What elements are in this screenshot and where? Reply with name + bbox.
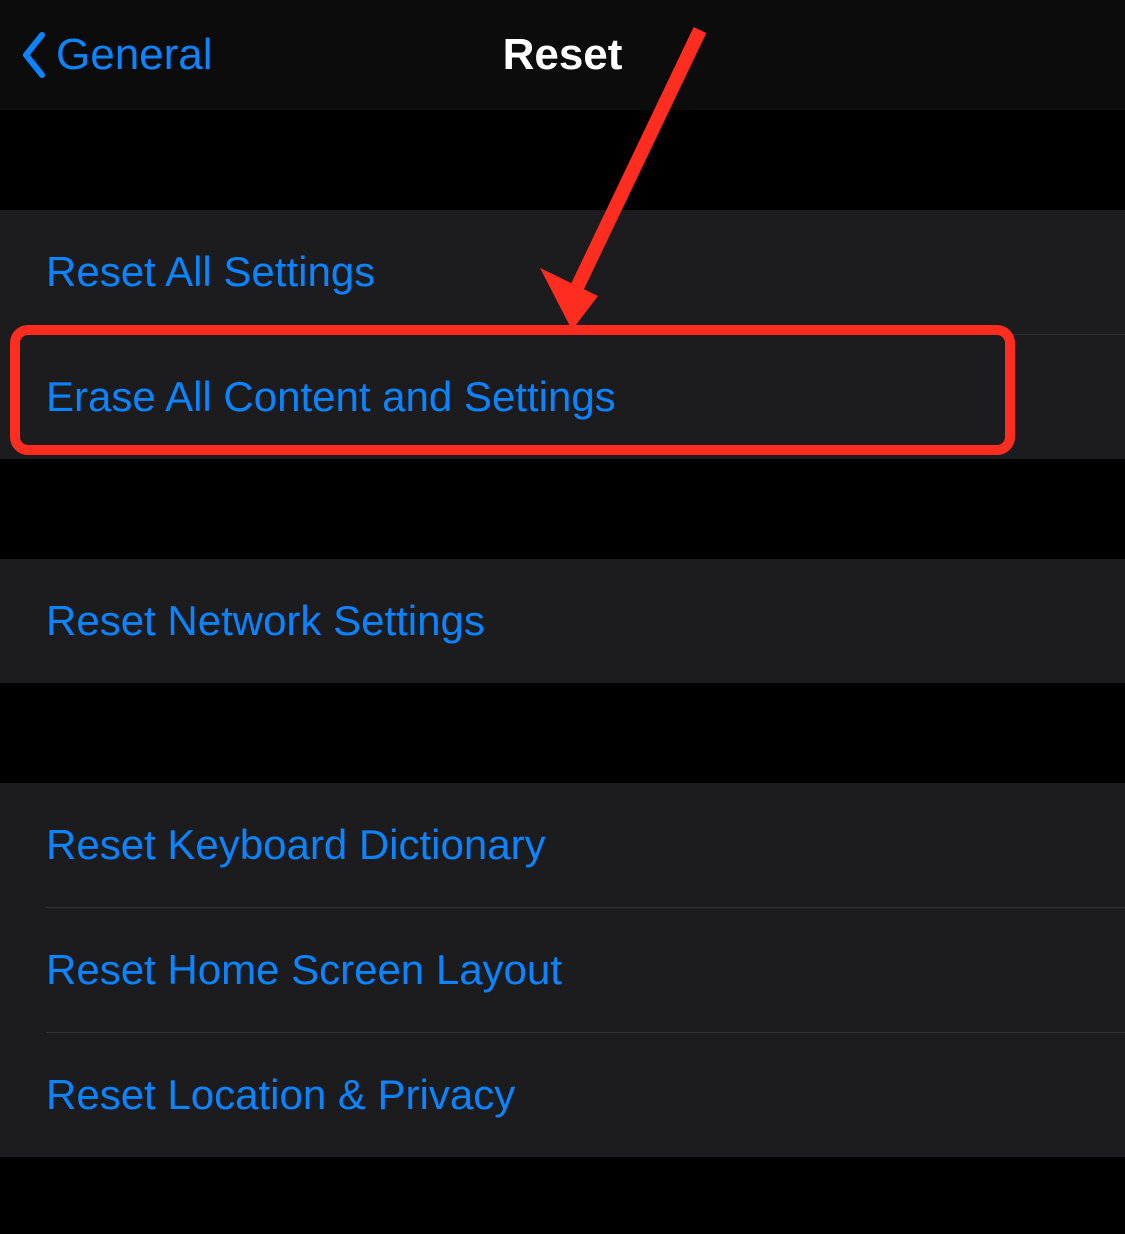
- reset-network-settings-cell[interactable]: Reset Network Settings: [0, 559, 1125, 683]
- navigation-bar: General Reset: [0, 0, 1125, 110]
- reset-all-settings-cell[interactable]: Reset All Settings: [0, 210, 1125, 334]
- page-title: Reset: [503, 30, 623, 80]
- section-spacer: [0, 459, 1125, 559]
- settings-group: Reset All Settings Erase All Content and…: [0, 210, 1125, 459]
- cell-label: Reset Keyboard Dictionary: [46, 821, 546, 869]
- back-button[interactable]: General: [20, 30, 213, 80]
- back-label: General: [56, 30, 213, 80]
- cell-label: Reset All Settings: [46, 248, 375, 296]
- cell-label: Erase All Content and Settings: [46, 373, 616, 421]
- cell-label: Reset Location & Privacy: [46, 1071, 515, 1119]
- cell-label: Reset Home Screen Layout: [46, 946, 562, 994]
- section-spacer: [0, 683, 1125, 783]
- reset-home-screen-layout-cell[interactable]: Reset Home Screen Layout: [0, 908, 1125, 1032]
- settings-group: Reset Keyboard Dictionary Reset Home Scr…: [0, 783, 1125, 1157]
- settings-group: Reset Network Settings: [0, 559, 1125, 683]
- cell-label: Reset Network Settings: [46, 597, 485, 645]
- section-spacer: [0, 110, 1125, 210]
- reset-keyboard-dictionary-cell[interactable]: Reset Keyboard Dictionary: [0, 783, 1125, 907]
- chevron-left-icon: [20, 31, 48, 79]
- erase-all-content-cell[interactable]: Erase All Content and Settings: [0, 335, 1125, 459]
- reset-location-privacy-cell[interactable]: Reset Location & Privacy: [0, 1033, 1125, 1157]
